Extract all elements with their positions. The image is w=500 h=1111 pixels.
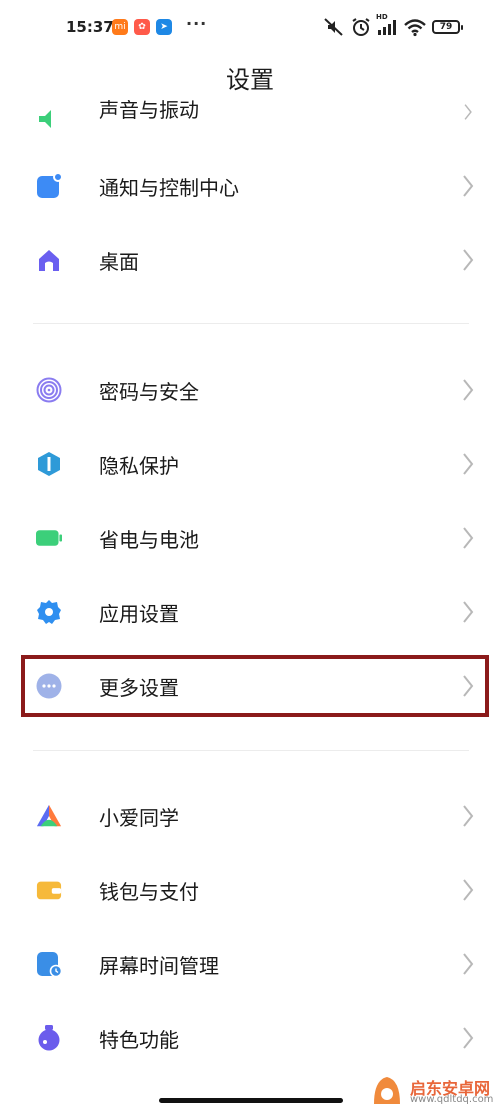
feature-icon (38, 1025, 60, 1051)
settings-item-label: 省电与电池 (99, 528, 199, 552)
chevron-right-icon (463, 1027, 474, 1049)
settings-item-desktop[interactable]: 桌面 (0, 228, 500, 292)
mi-app-notification-icon: mi (112, 19, 128, 35)
battery-icon: 79 (432, 20, 463, 34)
sound-icon (39, 110, 51, 128)
chevron-right-icon (463, 249, 474, 271)
wallet-icon (36, 881, 62, 900)
mute-icon (324, 18, 343, 36)
settings-item-password-security[interactable]: 密码与安全 (0, 358, 500, 422)
settings-item-label: 屏幕时间管理 (99, 954, 219, 978)
status-bar: 15:37 mi ✿ ➤ ··· HD 79 (0, 0, 500, 58)
fingerprint-icon (36, 377, 62, 403)
settings-item-label: 声音与振动 (99, 100, 199, 122)
watermark-url: www.qdltdq.com (410, 1094, 494, 1105)
settings-item-label: 钱包与支付 (99, 880, 199, 904)
chevron-right-icon (463, 879, 474, 901)
settings-item-screen-time[interactable]: 屏幕时间管理 (0, 932, 500, 996)
settings-item-battery[interactable]: 省电与电池 (0, 506, 500, 570)
settings-item-label: 通知与控制中心 (99, 176, 239, 200)
wifi-icon (404, 19, 426, 37)
settings-item-label: 桌面 (99, 250, 139, 274)
settings-item-notification-center[interactable]: 通知与控制中心 (0, 154, 500, 218)
settings-item-sound[interactable]: 声音与振动 (0, 100, 500, 130)
section-divider (33, 323, 469, 324)
page-title: 设置 (226, 66, 274, 94)
chevron-right-icon (463, 175, 474, 197)
section-divider (33, 750, 469, 751)
chevron-right-icon (463, 805, 474, 827)
settings-item-app-settings[interactable]: 应用设置 (0, 580, 500, 644)
gear-icon (37, 600, 61, 624)
app-notification-icon: ✿ (134, 19, 150, 35)
alarm-icon (352, 18, 370, 36)
battery-level: 79 (439, 22, 453, 32)
status-time: 15:37 (66, 18, 114, 36)
home-indicator[interactable] (159, 1098, 343, 1103)
settings-item-label: 小爱同学 (99, 806, 179, 830)
settings-item-privacy[interactable]: 隐私保护 (0, 432, 500, 496)
home-icon (39, 250, 59, 271)
signal-icon (378, 20, 396, 35)
settings-item-label: 隐私保护 (99, 454, 179, 478)
chevron-right-icon (463, 527, 474, 549)
settings-item-label: 特色功能 (99, 1028, 179, 1052)
notification-icon (37, 173, 62, 198)
screen-time-icon (37, 952, 62, 977)
settings-item-special-features[interactable]: 特色功能 (0, 1006, 500, 1070)
chevron-right-icon (463, 601, 474, 623)
watermark-logo-icon (374, 1077, 400, 1104)
more-notifications-icon: ··· (186, 14, 208, 33)
privacy-icon (38, 452, 60, 476)
chevron-right-icon (464, 104, 472, 120)
settings-item-xiaoai[interactable]: 小爱同学 (0, 784, 500, 848)
settings-item-label: 密码与安全 (99, 380, 199, 404)
settings-item-label: 应用设置 (99, 602, 179, 626)
xiaoai-icon (36, 804, 62, 827)
settings-item-wallet[interactable]: 钱包与支付 (0, 858, 500, 922)
chevron-right-icon (463, 453, 474, 475)
chevron-right-icon (463, 953, 474, 975)
battery-icon (36, 530, 62, 546)
message-notification-icon: ➤ (156, 19, 172, 35)
chevron-right-icon (463, 379, 474, 401)
highlight-box (21, 655, 489, 717)
